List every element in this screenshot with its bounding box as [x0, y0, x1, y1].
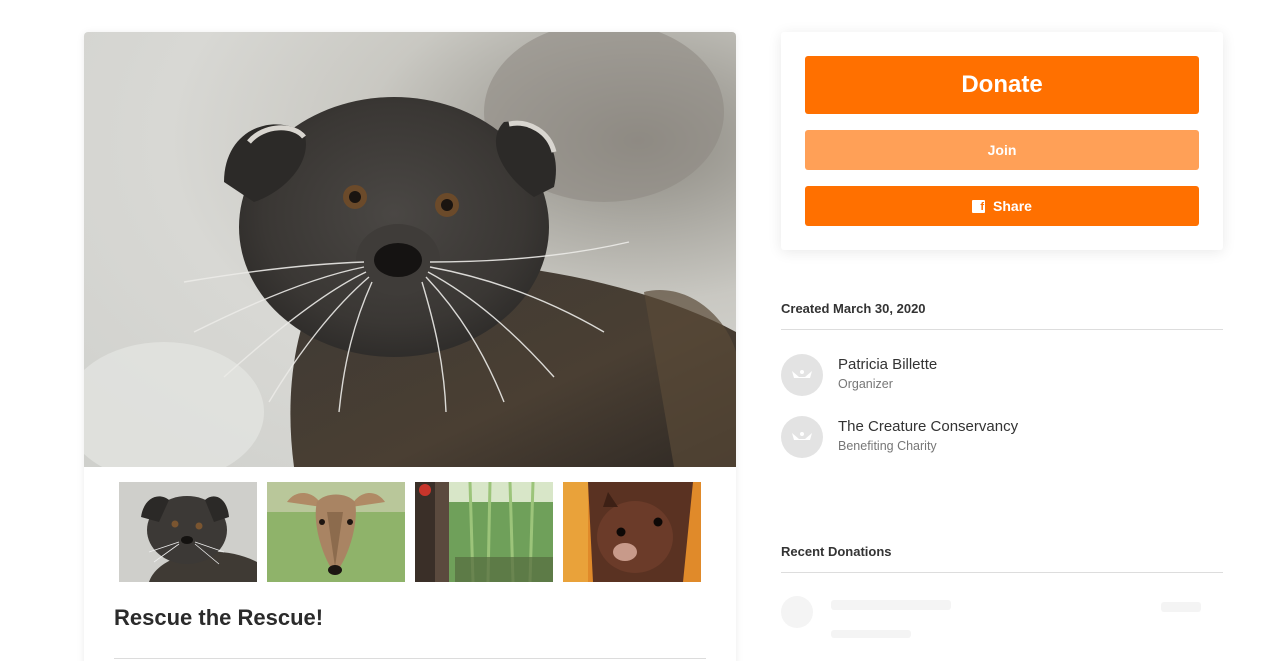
text-placeholder: [831, 630, 911, 638]
action-card: Donate Join f Share: [781, 32, 1223, 250]
hands-icon: [792, 370, 812, 378]
thumbnail-strip: [119, 482, 701, 582]
hands-icon: [792, 432, 812, 440]
charity-role: Benefiting Charity: [838, 439, 937, 453]
join-button-label: Join: [987, 142, 1017, 158]
donate-button-label: Donate: [961, 71, 1043, 98]
campaign-title: Rescue the Rescue!: [114, 605, 324, 630]
avatar: [781, 416, 823, 458]
share-button-label: Share: [993, 198, 1032, 214]
share-button[interactable]: f Share: [805, 186, 1199, 226]
bamboo-enclosure-photo: [415, 482, 553, 582]
thumbnail-2[interactable]: [267, 482, 405, 582]
muntjac-deer-photo: [267, 482, 405, 582]
donate-button[interactable]: Donate: [805, 56, 1199, 114]
join-button[interactable]: Join: [805, 130, 1199, 170]
organizer-name[interactable]: Patricia Billette: [838, 355, 937, 375]
facebook-icon: f: [972, 199, 986, 213]
fruit-bat-photo: [563, 482, 701, 582]
organizer-entry: Patricia Billette Organizer: [781, 354, 937, 396]
campaign-card: Rescue the Rescue!: [84, 32, 736, 661]
thumbnail-4[interactable]: [563, 482, 701, 582]
recent-donations-heading: Recent Donations: [781, 544, 892, 559]
divider: [781, 572, 1223, 573]
binturong-photo: [119, 482, 257, 582]
charity-entry: The Creature Conservancy Benefiting Char…: [781, 416, 1018, 458]
charity-name[interactable]: The Creature Conservancy: [838, 417, 1018, 437]
organizer-role: Organizer: [838, 377, 893, 391]
divider: [114, 658, 706, 659]
thumbnail-1[interactable]: [119, 482, 257, 582]
hero-image[interactable]: [84, 32, 736, 467]
avatar: [781, 354, 823, 396]
text-placeholder: [1161, 602, 1201, 612]
divider: [781, 329, 1223, 330]
text-placeholder: [831, 600, 951, 610]
thumbnail-3[interactable]: [415, 482, 553, 582]
donation-list-loading: [781, 590, 1223, 650]
avatar-placeholder: [781, 596, 813, 628]
created-date: Created March 30, 2020: [781, 301, 926, 316]
binturong-photo: [84, 32, 736, 467]
